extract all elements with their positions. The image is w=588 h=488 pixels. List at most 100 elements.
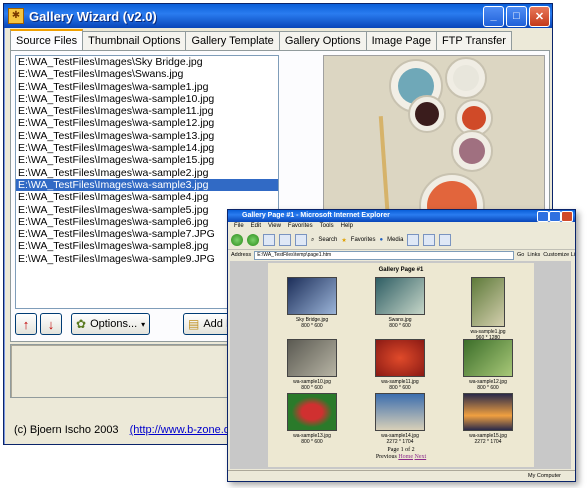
favorites-label[interactable]: Favorites: [351, 237, 376, 243]
thumbnail-image: [375, 339, 425, 377]
list-item[interactable]: E:\WA_TestFiles\Images\wa-sample11.jpg: [16, 105, 278, 117]
thumbnail-image: [287, 339, 337, 377]
list-item[interactable]: E:\WA_TestFiles\Images\wa-sample15.jpg: [16, 154, 278, 166]
homepage-link[interactable]: (http://www.b-zone.de): [130, 424, 240, 436]
home-link[interactable]: Home: [398, 454, 413, 460]
window-title: Gallery Wizard (v2.0): [29, 8, 157, 24]
list-button-row: ↑ ↓ ✿ Options... ▾: [15, 313, 151, 335]
tab-image-page[interactable]: Image Page: [365, 31, 437, 50]
thumbnail-size: 800 * 600: [301, 323, 323, 329]
forward-icon[interactable]: [247, 234, 259, 246]
ie-address-bar: Address E:\WA_TestFiles\temp\page1.htm G…: [228, 250, 575, 260]
next-link[interactable]: Next: [415, 454, 427, 460]
refresh-icon[interactable]: [279, 234, 291, 246]
list-item[interactable]: E:\WA_TestFiles\Images\Sky Bridge.jpg: [16, 56, 278, 68]
thumbnail-image: [287, 277, 337, 315]
thumbnail[interactable]: wa-sample1.jpg 960 * 1280: [444, 277, 532, 341]
menu-tools[interactable]: Tools: [320, 222, 334, 231]
page-navigation: Page 1 of 2 Previous Home Next: [268, 447, 534, 461]
ie-status-bar: My Computer: [228, 470, 575, 481]
favorites-icon[interactable]: ★: [341, 237, 346, 244]
thumbnail[interactable]: wa-sample10.jpg 800 * 600: [268, 339, 356, 391]
thumbnail[interactable]: Sky Bridge.jpg 800 * 600: [268, 277, 356, 329]
ie-maximize-button[interactable]: [549, 211, 561, 222]
thumbnail-image: [375, 277, 425, 315]
arrow-up-icon: ↑: [22, 316, 30, 332]
menu-edit[interactable]: Edit: [251, 222, 261, 231]
list-item[interactable]: E:\WA_TestFiles\Images\Swans.jpg: [16, 68, 278, 80]
page-count: Page 1 of 2: [387, 447, 415, 453]
ie-menu-bar: File Edit View Favorites Tools Help: [228, 222, 575, 231]
thumbnail-image: [287, 393, 337, 431]
mail-icon[interactable]: [423, 234, 436, 246]
list-item[interactable]: E:\WA_TestFiles\Images\wa-sample13.jpg: [16, 130, 278, 142]
menu-view[interactable]: View: [268, 222, 281, 231]
ie-window: Gallery Page #1 - Microsoft Internet Exp…: [227, 209, 576, 482]
ie-content: Gallery Page #1 Sky Bridge.jpg 800 * 600…: [230, 261, 571, 469]
media-icon[interactable]: ●: [379, 237, 383, 243]
zone-label: My Computer: [527, 473, 561, 479]
tab-ftp-transfer[interactable]: FTP Transfer: [435, 31, 512, 50]
maximize-button[interactable]: □: [506, 5, 527, 27]
tab-gallery-template[interactable]: Gallery Template: [185, 31, 280, 50]
options-icon: ✿: [76, 317, 87, 331]
thumbnail[interactable]: wa-sample11.jpg 800 * 600: [356, 339, 444, 391]
customize-links[interactable]: Customize Li: [543, 252, 575, 258]
go-button[interactable]: Go: [517, 252, 524, 258]
search-icon[interactable]: ⌕: [311, 237, 314, 244]
address-label: Address: [231, 252, 252, 258]
thumbnail-size: 800 * 600: [477, 385, 499, 391]
tab-thumbnail-options[interactable]: Thumbnail Options: [82, 31, 187, 50]
media-label[interactable]: Media: [387, 237, 403, 243]
menu-help[interactable]: Help: [341, 222, 353, 231]
ie-toolbar: ⌕ Search ★ Favorites ● Media: [228, 231, 575, 250]
ie-close-button[interactable]: [561, 211, 573, 222]
thumbnail[interactable]: wa-sample13.jpg 800 * 600: [268, 393, 356, 445]
home-icon[interactable]: [295, 234, 307, 246]
close-button[interactable]: ✕: [529, 5, 550, 27]
thumbnail-size: 2272 * 1704: [386, 439, 414, 445]
thumbnail-size: 800 * 600: [389, 385, 411, 391]
list-item[interactable]: E:\WA_TestFiles\Images\wa-sample2.jpg: [16, 167, 278, 179]
list-item[interactable]: E:\WA_TestFiles\Images\wa-sample1.jpg: [16, 81, 278, 93]
ie-title-bar[interactable]: Gallery Page #1 - Microsoft Internet Exp…: [228, 210, 575, 222]
thumbnail[interactable]: wa-sample15.jpg 2272 * 1704: [444, 393, 532, 445]
list-item[interactable]: E:\WA_TestFiles\Images\wa-sample4.jpg: [16, 191, 278, 203]
history-icon[interactable]: [407, 234, 420, 246]
minimize-button[interactable]: _: [483, 5, 504, 27]
list-item[interactable]: E:\WA_TestFiles\Images\wa-sample14.jpg: [16, 142, 278, 154]
list-item[interactable]: E:\WA_TestFiles\Images\wa-sample12.jpg: [16, 117, 278, 129]
back-icon[interactable]: [231, 234, 243, 246]
ie-minimize-button[interactable]: [537, 211, 549, 222]
gallery-page: Gallery Page #1 Sky Bridge.jpg 800 * 600…: [268, 263, 534, 467]
list-item-selected[interactable]: E:\WA_TestFiles\Images\wa-sample3.jpg: [16, 178, 278, 192]
gallery-page-title: Gallery Page #1: [378, 267, 424, 273]
chevron-down-icon: ▾: [141, 319, 146, 329]
move-down-button[interactable]: ↓: [40, 313, 62, 335]
move-up-button[interactable]: ↑: [15, 313, 37, 335]
thumbnail-image: [463, 339, 513, 377]
print-icon[interactable]: [439, 234, 452, 246]
ie-title: Gallery Page #1 - Microsoft Internet Exp…: [242, 212, 390, 219]
tab-gallery-options[interactable]: Gallery Options: [278, 31, 367, 50]
list-item[interactable]: E:\WA_TestFiles\Images\wa-sample10.jpg: [16, 93, 278, 105]
address-input[interactable]: E:\WA_TestFiles\temp\page1.htm: [254, 250, 515, 260]
search-label[interactable]: Search: [318, 237, 337, 243]
thumbnail[interactable]: wa-sample12.jpg 800 * 600: [444, 339, 532, 391]
tab-source-files[interactable]: Source Files: [10, 29, 84, 50]
thumbnail[interactable]: wa-sample14.jpg 2272 * 1704: [356, 393, 444, 445]
folder-icon: ▤: [188, 317, 200, 331]
tab-strip: Source Files Thumbnail Options Gallery T…: [10, 29, 512, 50]
thumbnail-image: [463, 393, 513, 431]
thumbnail[interactable]: Swans.jpg 800 * 600: [356, 277, 444, 329]
thumbnail-size: 2272 * 1704: [474, 439, 502, 445]
menu-file[interactable]: File: [234, 222, 244, 231]
footer: (c) Bjoern Ischo 2003 (http://www.b-zone…: [14, 424, 240, 436]
thumbnail-size: 800 * 600: [301, 439, 323, 445]
title-bar[interactable]: ✱ Gallery Wizard (v2.0) _ □ ✕: [4, 4, 552, 28]
credit-text: (c) Bjoern Ischo 2003: [14, 424, 119, 436]
stop-icon[interactable]: [263, 234, 275, 246]
menu-favorites[interactable]: Favorites: [288, 222, 313, 231]
options-button[interactable]: ✿ Options... ▾: [71, 313, 151, 335]
links-label[interactable]: Links: [527, 252, 540, 258]
